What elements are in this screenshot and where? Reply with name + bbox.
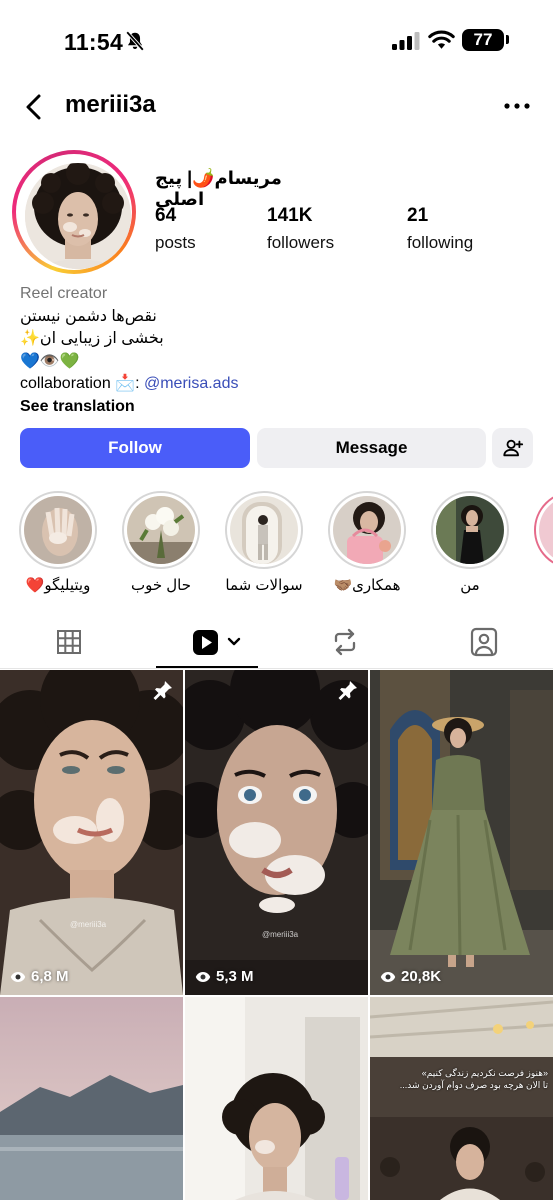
suggested-accounts-button[interactable]: [492, 428, 533, 468]
eye-icon: [10, 971, 26, 982]
collab-text: collaboration 📩:: [20, 375, 144, 392]
tagged-icon[interactable]: [466, 624, 502, 660]
status-time: 11:54: [64, 29, 124, 55]
post-thumbnail: [185, 670, 368, 995]
grid-post[interactable]: [185, 997, 368, 1200]
eye-icon: [195, 971, 211, 982]
avatar[interactable]: [25, 163, 131, 269]
highlight-good-mood[interactable]: حال خوب: [121, 491, 201, 594]
following-count[interactable]: 21 following: [407, 205, 473, 253]
highlight-collaboration[interactable]: همکاری🤝🏽: [327, 491, 407, 594]
bio-line: نقص‌ها دشمن نیستن: [20, 307, 157, 325]
post-thumbnail: [370, 670, 553, 995]
post-overlay-text: «هنوز فرصت نکردیم زندگی کنیم» تا الان هر…: [388, 1067, 548, 1091]
battery-tip: [506, 35, 509, 44]
username: meriii3a: [65, 91, 156, 118]
profile-category: Reel creator: [20, 285, 108, 302]
grid-post[interactable]: [0, 997, 183, 1200]
battery-indicator: 77: [462, 29, 504, 51]
collab-mention-link[interactable]: @merisa.ads: [144, 375, 239, 392]
views-count: 5,3 M: [195, 968, 254, 985]
display-name: مریسام🌶️| پیج اصلی: [155, 168, 282, 209]
pin-icon: [338, 681, 357, 700]
overlay-line: تا الان هرچه بود صرف دوام آوردن شد...: [399, 1080, 548, 1090]
watermark: @meriii3a: [70, 920, 107, 929]
views-text: 5,3 M: [216, 968, 254, 985]
grid-post[interactable]: 20,8K: [370, 670, 553, 995]
followers-label: followers: [267, 233, 335, 252]
status-bar: 11:54 77: [0, 0, 553, 82]
followers-number: 141K: [267, 205, 313, 226]
highlight-label: سوالات شما: [225, 577, 303, 594]
followers-count[interactable]: 141K followers: [267, 205, 334, 253]
posts-number: 64: [155, 205, 177, 226]
add-user-icon: [502, 439, 523, 457]
watermark: @meriii3a: [262, 930, 299, 939]
eye-icon: [380, 971, 396, 982]
following-label: following: [407, 233, 474, 252]
bio-line: بخشی از زیبایی ان✨: [20, 330, 164, 347]
pin-icon: [153, 681, 172, 700]
posts-label: posts: [155, 233, 196, 252]
follow-button[interactable]: Follow: [20, 428, 250, 468]
overlay-line: «هنوز فرصت نکردیم زندگی کنیم»: [421, 1068, 548, 1078]
views-count: 20,8K: [380, 968, 441, 985]
bell-off-icon: [125, 31, 145, 51]
highlight-label: حال خوب: [130, 577, 192, 594]
highlight-vitiligo[interactable]: ویتیلیگو❤️: [18, 491, 98, 594]
message-button[interactable]: Message: [257, 428, 486, 468]
reels-icon[interactable]: [188, 624, 248, 660]
bio-collab-line: collaboration 📩: @merisa.ads: [20, 373, 540, 396]
more-icon[interactable]: [503, 99, 531, 113]
cellular-signal-icon: [392, 32, 420, 50]
story-ring[interactable]: [12, 150, 136, 274]
views-text: 20,8K: [401, 968, 442, 985]
bio: Reel creator نقص‌ها دشمن نیستن بخشی از ز…: [20, 283, 540, 418]
grid-post[interactable]: «هنوز فرصت نکردیم زندگی کنیم» تا الان هر…: [370, 997, 553, 1200]
highlight-label: همکاری🤝🏽: [333, 577, 401, 594]
highlight-partial[interactable]: [533, 491, 553, 569]
grid-icon[interactable]: [51, 624, 87, 660]
reposts-icon[interactable]: [327, 624, 363, 660]
bio-emoji-line: 💙👁️💚: [20, 352, 80, 370]
see-translation-link[interactable]: See translation: [20, 396, 540, 419]
grid-post[interactable]: 6,8 M: [0, 670, 183, 995]
highlight-label: ویتیلیگو❤️: [25, 577, 91, 594]
grid-post[interactable]: 5,3 M: [185, 670, 368, 995]
highlight-label: من: [460, 577, 480, 594]
views-text: 6,8 M: [31, 968, 69, 985]
post-thumbnail: [185, 997, 368, 1200]
highlight-me[interactable]: من: [430, 491, 510, 594]
views-count: 6,8 M: [10, 968, 69, 985]
following-number: 21: [407, 205, 429, 226]
post-thumbnail: [0, 997, 183, 1200]
back-icon[interactable]: [22, 92, 48, 122]
tab-divider: [0, 668, 553, 669]
wifi-icon: [428, 30, 455, 49]
post-thumbnail: [0, 670, 183, 995]
posts-count[interactable]: 64 posts: [155, 205, 196, 253]
highlight-your-questions[interactable]: سوالات شما: [224, 491, 304, 594]
post-thumbnail: [370, 997, 553, 1200]
